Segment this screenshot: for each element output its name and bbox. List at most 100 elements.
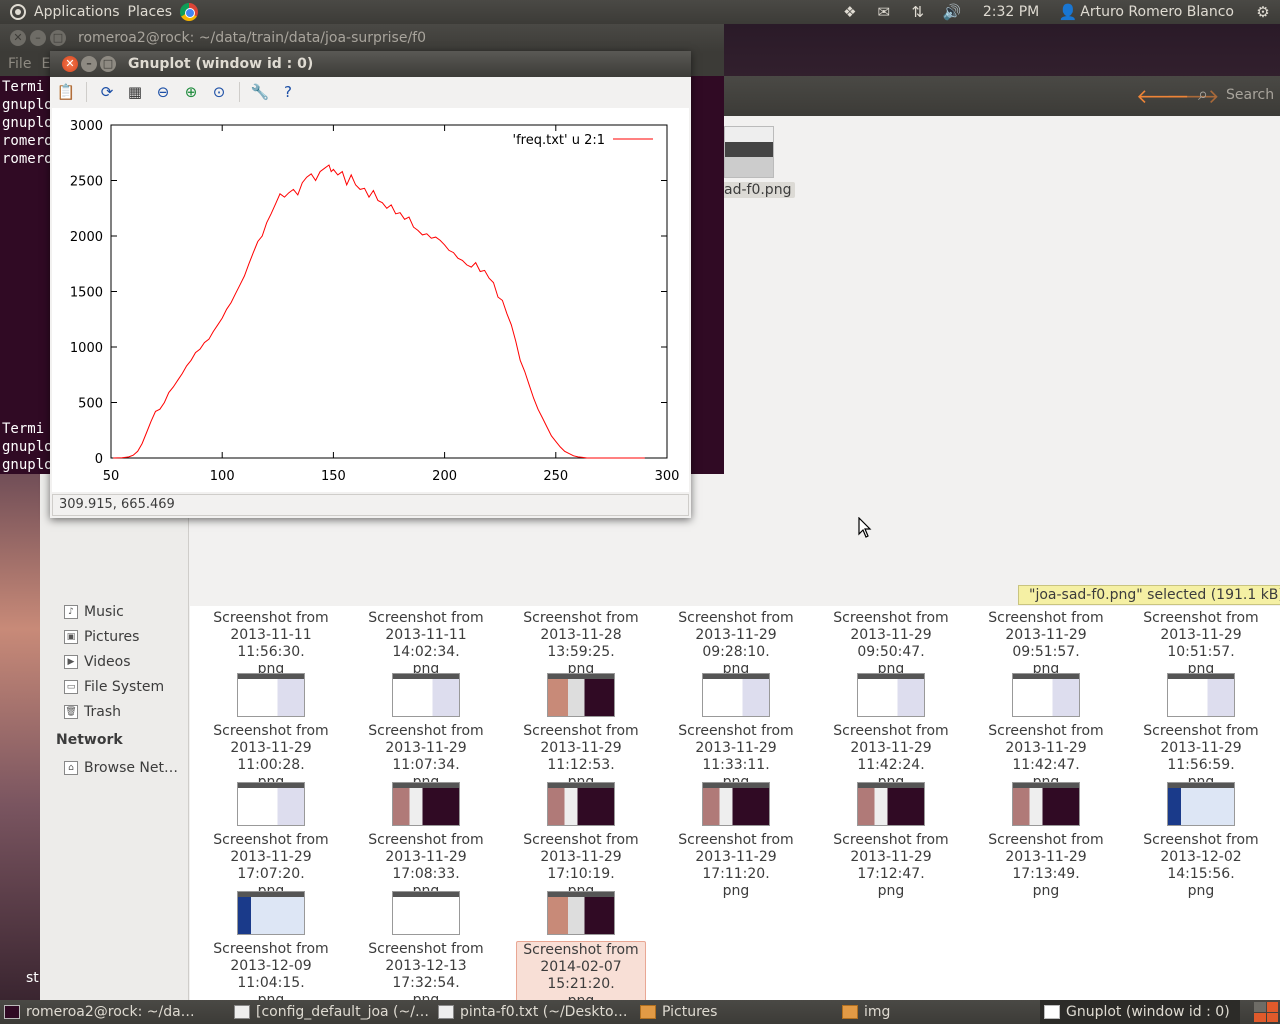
file-thumbnail: [237, 673, 305, 717]
autoscale-icon[interactable]: ⊙: [209, 82, 229, 102]
sidebar-item-trash[interactable]: 🗑 Trash: [64, 704, 121, 720]
sidebar-item-pictures[interactable]: ▣ Pictures: [64, 629, 139, 645]
terminal-close-icon[interactable]: ✕: [10, 30, 26, 46]
file-item[interactable]: Screenshot from 2013-11-29 11:56:59. png: [1126, 673, 1276, 791]
file-item[interactable]: Screenshot from 2014-02-07 15:21:20. png: [506, 891, 656, 1011]
config-icon[interactable]: 🔧: [250, 82, 270, 102]
file-item[interactable]: Screenshot from 2013-11-29 11:12:53. png: [506, 673, 656, 791]
file-name-label: Screenshot from 2013-11-29 11:12:53. png: [523, 723, 639, 790]
gnuplot-titlebar[interactable]: ✕ – □ Gnuplot (window id : 0): [50, 51, 691, 77]
network-icon[interactable]: ⇅: [908, 3, 928, 21]
file-label-wrap: Screenshot from 2013-12-13 17:32:54. png: [351, 941, 501, 1009]
dropbox-icon[interactable]: ❖: [840, 3, 860, 21]
file-name-label: Screenshot from 2013-11-29 11:07:34. png: [368, 723, 484, 790]
selected-file[interactable]: ad-f0.png: [720, 126, 796, 198]
places-menu[interactable]: Places: [124, 0, 177, 24]
file-item[interactable]: Screenshot from 2013-12-09 11:04:15. png: [196, 891, 346, 1009]
gnuplot-minimize-icon[interactable]: –: [81, 56, 97, 72]
top-panel: Applications Places ❖ ✉ ⇅ 🔊 2:32 PM 👤 Ar…: [0, 0, 1280, 24]
gnuplot-maximize-icon[interactable]: □: [100, 56, 116, 72]
file-item[interactable]: Screenshot from 2013-11-29 17:10:19. png: [506, 782, 656, 900]
search-button-label[interactable]: Search: [1226, 87, 1274, 103]
file-item[interactable]: Screenshot from 2013-11-29 09:50:47. png: [816, 610, 966, 678]
x-tick-label: 300: [655, 469, 680, 484]
file-item[interactable]: Screenshot from 2013-11-29 11:33:11. png: [661, 673, 811, 791]
file-label-wrap: Screenshot from 2013-11-29 11:56:59. png: [1126, 723, 1276, 791]
workspace-switcher[interactable]: [1254, 1002, 1278, 1022]
task-pinta-txt[interactable]: pinta-f0.txt (~/Deskto…: [438, 1000, 628, 1024]
grid-icon[interactable]: ▦: [125, 82, 145, 102]
file-item[interactable]: Screenshot from 2013-11-28 13:59:25. png: [506, 610, 656, 678]
sidebar-item-label: Pictures: [84, 629, 140, 645]
y-tick-label: 1000: [70, 341, 103, 356]
file-item[interactable]: Screenshot from 2013-11-29 11:42:47. png: [971, 673, 1121, 791]
task-img[interactable]: img: [842, 1000, 1032, 1024]
file-item[interactable]: Screenshot from 2013-11-29 17:07:20. png: [196, 782, 346, 900]
file-item[interactable]: Screenshot from 2013-12-02 14:15:56. png: [1126, 782, 1276, 900]
task-config-editor[interactable]: [config_default_joa (~/…: [234, 1000, 430, 1024]
sidebar-item-label: Trash: [84, 704, 121, 720]
copy-clipboard-icon[interactable]: 📋: [56, 82, 76, 102]
sidebar-item-music[interactable]: ♪ Music: [64, 604, 124, 620]
file-name-label: Screenshot from 2013-11-29 17:11:20. png: [678, 832, 794, 899]
toolbar-separator: [239, 82, 240, 102]
task-pictures[interactable]: Pictures: [640, 1000, 830, 1024]
terminal-line: Termi: [2, 421, 45, 437]
file-item[interactable]: Screenshot from 2013-11-29 11:07:34. png: [351, 673, 501, 791]
applications-menu-label: Applications: [34, 4, 120, 20]
terminal-maximize-icon[interactable]: □: [50, 30, 66, 46]
file-name-label: Screenshot from 2013-12-13 17:32:54. png: [368, 941, 484, 1008]
sidebar-item-videos[interactable]: ▶ Videos: [64, 654, 131, 670]
workspace-cell[interactable]: [1254, 1012, 1266, 1022]
trash-icon: 🗑: [64, 705, 78, 719]
zoom-next-icon[interactable]: ⊕: [181, 82, 201, 102]
file-thumbnail: [857, 782, 925, 826]
applications-menu[interactable]: Applications: [0, 0, 124, 24]
plot-frame: [110, 124, 668, 459]
file-item[interactable]: Screenshot from 2013-11-29 09:51:57. png: [971, 610, 1121, 678]
terminal-titlebar[interactable]: ✕ – □ romeroa2@rock: ~/data/train/data/j…: [0, 24, 724, 52]
terminal-menu-file[interactable]: File: [8, 56, 31, 72]
clock[interactable]: 2:32 PM: [983, 4, 1039, 20]
sidebar-item-filesystem[interactable]: ▭ File System: [64, 679, 164, 695]
terminal-menu-edit[interactable]: E: [41, 56, 50, 72]
terminal-minimize-icon[interactable]: –: [30, 30, 46, 46]
replot-icon[interactable]: ⟳: [97, 82, 117, 102]
file-label-wrap: Screenshot from 2013-12-09 11:04:15. png: [196, 941, 346, 1009]
search-icon[interactable]: ⌕: [1198, 84, 1208, 105]
file-item[interactable]: Screenshot from 2013-11-29 17:11:20. png: [661, 782, 811, 900]
user-menu[interactable]: Arturo Romero Blanco: [1080, 4, 1234, 20]
gnuplot-close-icon[interactable]: ✕: [62, 56, 78, 72]
workspace-cell[interactable]: [1266, 1002, 1278, 1012]
mail-icon[interactable]: ✉: [874, 3, 894, 21]
help-icon[interactable]: ?: [278, 82, 298, 102]
file-item[interactable]: Screenshot from 2013-11-29 11:42:24. png: [816, 673, 966, 791]
task-terminal[interactable]: romeroa2@rock: ~/da…: [4, 1000, 224, 1024]
zoom-previous-icon[interactable]: ⊖: [153, 82, 173, 102]
file-item[interactable]: Screenshot from 2013-11-29 17:13:49. png: [971, 782, 1121, 900]
file-item[interactable]: Screenshot from 2013-11-29 17:12:47. png: [816, 782, 966, 900]
forward-arrow-icon[interactable]: 🡒: [1166, 84, 1220, 108]
workspace-cell[interactable]: [1266, 1012, 1278, 1022]
sidebar-item-label: File System: [84, 679, 165, 695]
file-item[interactable]: Screenshot from 2013-11-11 11:56:30. png: [196, 610, 346, 678]
pictures-icon: ▣: [64, 630, 78, 644]
x-tick-label: 100: [210, 469, 235, 484]
file-item[interactable]: Screenshot from 2013-12-13 17:32:54. png: [351, 891, 501, 1009]
file-item[interactable]: Screenshot from 2013-11-29 10:51:57. png: [1126, 610, 1276, 678]
plot-canvas[interactable]: 50 100 150 200 250 300 0 500 1000 1500 2000 2500 300…: [52, 108, 689, 492]
x-tick-label: 150: [321, 469, 346, 484]
sidebar-item-browse-network[interactable]: ⌂ Browse Net…: [64, 760, 178, 776]
file-item[interactable]: Screenshot from 2013-11-29 17:08:33. png: [351, 782, 501, 900]
folder-icon: [640, 1005, 656, 1019]
file-item[interactable]: Screenshot from 2013-11-29 09:28:10. png: [661, 610, 811, 678]
task-gnuplot[interactable]: Gnuplot (window id : 0): [1040, 1000, 1240, 1024]
file-item[interactable]: Screenshot from 2013-11-29 11:00:28. png: [196, 673, 346, 791]
file-thumbnail: [392, 891, 460, 935]
file-thumbnail: [1167, 673, 1235, 717]
file-item[interactable]: Screenshot from 2013-11-11 14:02:34. png: [351, 610, 501, 678]
workspace-cell[interactable]: [1254, 1002, 1266, 1012]
volume-icon[interactable]: 🔊: [942, 3, 962, 21]
chrome-launcher-icon[interactable]: [180, 3, 199, 21]
session-gear-icon[interactable]: ⚙: [1253, 3, 1273, 21]
